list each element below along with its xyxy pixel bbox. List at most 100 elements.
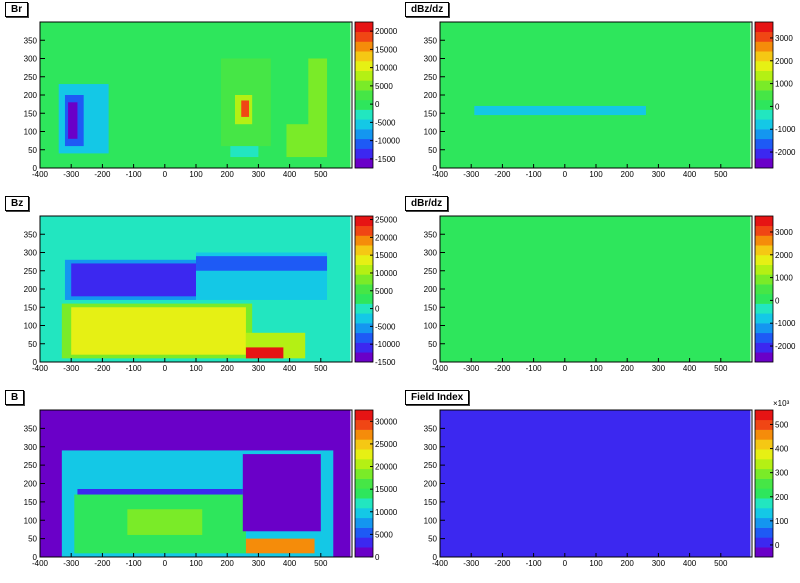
- colorbar-swatch: [355, 478, 373, 489]
- y-tick-label: 250: [424, 267, 438, 276]
- y-tick-label: 100: [24, 516, 38, 525]
- x-tick-label: 400: [683, 170, 697, 179]
- y-tick-label: 150: [424, 498, 438, 507]
- y-tick-label: 200: [24, 480, 38, 489]
- colorbar-tick-label: -5000: [375, 322, 396, 331]
- x-tick-label: 0: [163, 170, 168, 179]
- colorbar-swatch: [755, 225, 773, 236]
- plot-title-fi: Field Index: [405, 390, 470, 405]
- plot-area-background: [440, 216, 751, 362]
- colorbar-swatch: [755, 41, 773, 52]
- y-tick-label: 200: [424, 91, 438, 100]
- colorbar-swatch: [355, 517, 373, 528]
- y-tick-label: 350: [24, 424, 38, 433]
- colorbar-tick-label: 10000: [375, 64, 398, 73]
- colorbar-tick-label: 400: [775, 445, 789, 454]
- colorbar-swatch: [755, 459, 773, 470]
- pad-fi: -400 -300 -200 -100 0 100 200 300 400 500 0 50 100 15…: [400, 388, 800, 583]
- y-tick-label: 250: [24, 267, 38, 276]
- field-region-2: [127, 509, 203, 535]
- colorbar-swatch: [755, 284, 773, 295]
- colorbar-swatch: [755, 527, 773, 538]
- colorbar-swatch: [755, 429, 773, 440]
- y-tick-label: 100: [24, 322, 38, 331]
- colorbar-swatch: [755, 109, 773, 120]
- colorbar-swatch: [755, 70, 773, 81]
- plot-title-br: Br: [5, 2, 29, 17]
- heatmap-dbrdz: -400 -300 -200 -100 0 100 200 300 400 50005010015…: [424, 215, 796, 373]
- y-tick-label: 250: [424, 461, 438, 470]
- x-tick-label: -200: [494, 559, 511, 568]
- x-tick-label: -300: [463, 170, 480, 179]
- colorbar-swatch: [755, 99, 773, 110]
- x-tick-label: 200: [221, 559, 235, 568]
- y-tick-label: 300: [24, 55, 38, 64]
- x-tick-label: -300: [63, 170, 80, 179]
- y-tick-label: 50: [28, 340, 37, 349]
- x-tick-label: 400: [683, 559, 697, 568]
- colorbar-swatch: [355, 70, 373, 81]
- x-tick-label: -100: [526, 559, 543, 568]
- y-tick-label: 100: [424, 128, 438, 137]
- colorbar-tick-label: 20000: [375, 233, 398, 242]
- colorbar-tick-label: 3000: [775, 228, 793, 237]
- plot-area-background: [440, 410, 751, 557]
- colorbar-swatch: [355, 225, 373, 236]
- colorbar-swatch: [755, 352, 773, 363]
- colorbar-swatch: [755, 478, 773, 489]
- pad-dbrdz: -400 -300 -200 -100 0 100 200 300 400 500 0 50 100 15…: [400, 194, 800, 388]
- colorbar-swatch: [355, 90, 373, 101]
- colorbar-tick-label: 0: [775, 541, 780, 550]
- x-tick-label: 100: [189, 170, 203, 179]
- colorbar-swatch: [355, 352, 373, 363]
- colorbar-swatch: [355, 216, 373, 227]
- y-tick-label: 100: [424, 516, 438, 525]
- colorbar-tick-label: -1500: [375, 358, 396, 367]
- colorbar-swatch: [355, 508, 373, 519]
- colorbar-swatch: [355, 488, 373, 499]
- colorbar-tick-label: 3000: [775, 34, 793, 43]
- colorbar-swatch: [755, 119, 773, 130]
- y-tick-label: 0: [433, 164, 438, 173]
- y-tick-label: 350: [424, 424, 438, 433]
- colorbar-swatch: [355, 459, 373, 470]
- colorbar-tick-label: 5000: [375, 82, 393, 91]
- pad-br: -400 -300 -200 -100 0 100 200 300 400 500 0 50 100 15…: [0, 0, 400, 194]
- y-tick-label: 350: [24, 230, 38, 239]
- x-tick-label: 100: [589, 170, 603, 179]
- colorbar-tick-label: 100: [775, 517, 789, 526]
- colorbar-swatch: [755, 313, 773, 324]
- y-tick-label: 0: [433, 358, 438, 367]
- x-tick-label: 500: [714, 170, 728, 179]
- field-region-5: [241, 100, 250, 117]
- y-tick-label: 350: [424, 36, 438, 45]
- colorbar-tick-label: 25000: [375, 216, 398, 225]
- colorbar-swatch: [355, 284, 373, 295]
- plot-title-bz: Bz: [5, 196, 30, 211]
- colorbar-swatch: [355, 439, 373, 450]
- colorbar-tick-label: 1000: [775, 80, 793, 89]
- colorbar-swatch: [355, 22, 373, 33]
- y-tick-label: 150: [24, 303, 38, 312]
- x-tick-label: -200: [94, 364, 111, 373]
- colorbar-tick-label: 0: [375, 100, 380, 109]
- y-tick-label: 100: [24, 128, 38, 137]
- y-tick-label: 50: [428, 146, 437, 155]
- colorbar-tick-label: 15000: [375, 485, 398, 494]
- colorbar-swatch: [755, 439, 773, 450]
- x-tick-label: 500: [314, 364, 328, 373]
- y-tick-label: 300: [424, 55, 438, 64]
- y-tick-label: 300: [24, 249, 38, 258]
- colorbar-tick-label: -1500: [375, 155, 396, 164]
- x-tick-label: -100: [526, 364, 543, 373]
- heatmap-br: -400 -300 -200 -100 0 100 200 300 400 50005010015…: [24, 21, 400, 179]
- y-tick-label: 100: [424, 322, 438, 331]
- colorbar-swatch: [755, 138, 773, 149]
- plot-title-dbrdz: dBr/dz: [405, 196, 449, 211]
- field-region-5: [71, 307, 246, 355]
- plot-title-dbzdz: dBz/dz: [405, 2, 450, 17]
- x-tick-label: 300: [252, 364, 266, 373]
- colorbar-tick-label: 5000: [375, 287, 393, 296]
- colorbar-swatch: [355, 41, 373, 52]
- colorbar-tick-label: 20000: [375, 27, 398, 36]
